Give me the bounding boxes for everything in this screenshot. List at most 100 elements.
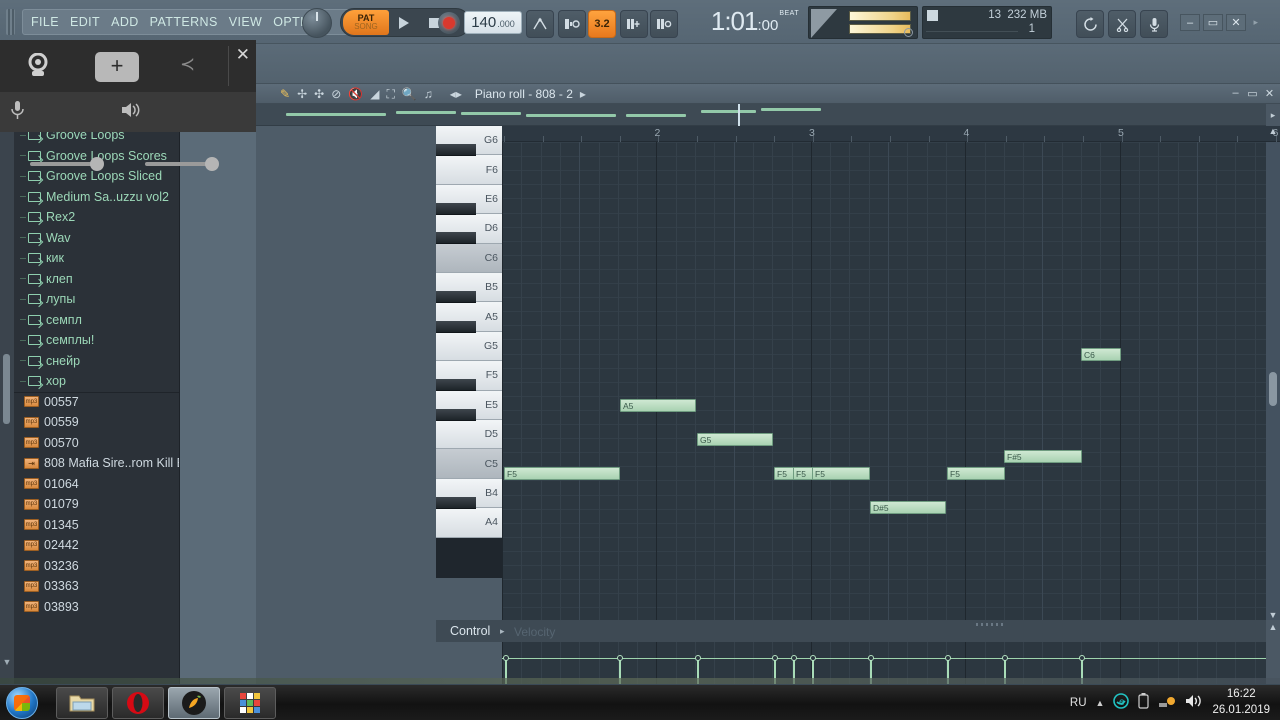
piano-key-black[interactable] (436, 144, 476, 157)
piano-roll-note[interactable]: C6 (1081, 348, 1121, 361)
piano-roll-titlebar[interactable]: ✎ ✢ ✣ ⊘ 🔇 ◢ ⛶ 🔍 ♫ ◂▸ Piano roll - 808 - … (256, 84, 1280, 104)
pr-close-button[interactable]: ✕ (1263, 87, 1276, 100)
start-button[interactable] (6, 687, 38, 719)
control-menu-icon[interactable]: ▸ (500, 626, 505, 637)
slip-tool-icon[interactable]: ◢ (370, 88, 379, 100)
volume-icon[interactable] (1185, 693, 1203, 714)
pitch-bend-button[interactable] (526, 10, 554, 38)
velocity-handle[interactable] (790, 655, 797, 661)
recorder-close-button[interactable]: ✕ (236, 46, 250, 63)
browser-folder-item[interactable]: Medium Sa..uzzu vol2 (14, 187, 179, 208)
playback-tool-icon[interactable]: ♫ (424, 88, 433, 100)
browser-scrollbar[interactable]: ▲ ▼ (0, 84, 14, 684)
browser-folder-item[interactable]: снейр (14, 351, 179, 372)
pattern-song-toggle[interactable]: PAT SONG (343, 10, 389, 35)
piano-key-black[interactable] (436, 203, 476, 216)
browser-file-item[interactable]: mp3 01345 (14, 515, 179, 536)
browser-file-item[interactable]: mp3 03893 (14, 597, 179, 618)
mute-tool-icon[interactable]: 🔇 (348, 88, 363, 100)
speaker-icon[interactable] (120, 101, 140, 124)
piano-roll-note[interactable]: D#5 (870, 501, 946, 514)
menu-arrows-icon[interactable]: ◂▸ (450, 88, 462, 100)
piano-roll-button[interactable]: 3.2 (588, 10, 616, 38)
taskbar-item-rubiks[interactable] (224, 687, 276, 719)
share-icon[interactable]: ≺ (180, 54, 195, 75)
loop-record-button[interactable] (1076, 10, 1104, 38)
velocity-handle[interactable] (1001, 655, 1008, 661)
tray-language[interactable]: RU (1070, 697, 1087, 709)
menu-item-file[interactable]: FILE (31, 15, 59, 29)
piano-roll-note[interactable]: F5 (947, 467, 1005, 480)
piano-roll-ruler[interactable]: 234567 (502, 126, 1280, 142)
browser-file-item[interactable]: mp3 00559 (14, 412, 179, 433)
title-menu-icon[interactable]: ▸ (580, 88, 586, 100)
piano-key-white[interactable]: F6 (436, 155, 502, 185)
piano-roll-note[interactable]: F#5 (1004, 450, 1082, 463)
internet-explorer-icon[interactable]: e (1113, 692, 1130, 714)
system-volume-slider[interactable] (145, 162, 210, 166)
piano-roll-note[interactable]: A5 (620, 399, 696, 412)
zoom-tool-icon[interactable]: 🔍 (402, 88, 417, 100)
piano-roll-note[interactable]: G5 (697, 433, 773, 446)
velocity-handle[interactable] (867, 655, 874, 661)
record-button[interactable] (438, 12, 460, 34)
tray-expand-icon[interactable]: ▲ (1096, 698, 1105, 708)
browser-file-item[interactable]: mp3 03363 (14, 576, 179, 597)
pencil-tool-icon[interactable]: ✎ (280, 88, 290, 100)
piano-roll-note[interactable]: F5 (504, 467, 620, 480)
paint-multi-tool-icon[interactable]: ✣ (314, 88, 324, 100)
piano-key-black[interactable] (436, 291, 476, 304)
play-button[interactable] (389, 10, 419, 35)
menu-item-edit[interactable]: EDIT (70, 15, 100, 29)
pr-minimize-button[interactable]: – (1229, 87, 1242, 100)
time-display[interactable]: 1:01 :00 BEAT (700, 6, 810, 39)
browser-file-item[interactable]: mp3 01064 (14, 474, 179, 495)
mixer-button[interactable] (650, 10, 678, 38)
system-volume-handle[interactable] (205, 157, 219, 171)
tempo-display[interactable]: 140 .000 (464, 11, 522, 34)
piano-roll-grid[interactable]: F5 A5 G5 C6 F#5 F5 F5 F5 F5 D#5 (502, 142, 1280, 620)
playlist-button[interactable] (620, 10, 648, 38)
velocity-handle[interactable] (944, 655, 951, 661)
piano-roll-note[interactable]: F5 (793, 467, 813, 480)
velocity-handle[interactable] (1078, 655, 1085, 661)
menu-item-view[interactable]: VIEW (229, 15, 263, 29)
piano-key-white[interactable]: D5 (436, 420, 502, 450)
meter-knob-icon[interactable] (904, 28, 913, 37)
control-resize-grip[interactable] (976, 623, 1006, 626)
mic-volume-slider[interactable] (30, 162, 95, 166)
step-sequencer-button[interactable] (558, 10, 586, 38)
select-tool-icon[interactable]: ⛶ (386, 88, 394, 100)
piano-key-white[interactable]: C6 (436, 243, 502, 273)
microphone-icon[interactable] (10, 100, 24, 125)
webcam-icon[interactable] (24, 52, 52, 79)
piano-key-black[interactable] (436, 497, 476, 510)
menu-item-add[interactable]: ADD (111, 15, 139, 29)
piano-key-black[interactable] (436, 320, 476, 333)
minimize-button[interactable]: – (1180, 14, 1200, 31)
master-volume-knob[interactable] (302, 8, 332, 38)
piano-roll-overview[interactable] (256, 104, 1266, 126)
mic-volume-handle[interactable] (90, 157, 104, 171)
oscilloscope-panel[interactable] (808, 6, 918, 39)
toolbar-overflow-icon[interactable]: ▸ (1253, 17, 1258, 28)
browser-file-item[interactable]: mp3 03236 (14, 556, 179, 577)
velocity-handle[interactable] (502, 655, 509, 661)
browser-folder-item[interactable]: Rex2 (14, 207, 179, 228)
browser-folder-item[interactable]: лупы (14, 289, 179, 310)
piano-key-black[interactable] (436, 408, 476, 421)
cut-tool-button[interactable] (1108, 10, 1136, 38)
browser-folder-item[interactable]: клеп (14, 269, 179, 290)
pr-maximize-button[interactable]: ▭ (1246, 87, 1259, 100)
piano-key-white[interactable]: C5 (436, 449, 502, 479)
piano-keyboard[interactable]: G6 F6 E6 D6 C6 B5 A5 G5 F5 E5 D5 C5 B4 A4 (436, 126, 502, 578)
browser-folder-item[interactable]: семплы! (14, 330, 179, 351)
browser-folder-item[interactable]: семпл (14, 310, 179, 331)
pr-scroll-up-icon[interactable]: ▲ (1268, 126, 1278, 136)
velocity-handle[interactable] (771, 655, 778, 661)
taskbar-item-opera[interactable] (112, 687, 164, 719)
toolbar-grip[interactable] (6, 9, 15, 35)
close-button[interactable]: ✕ (1226, 14, 1246, 31)
ctl-scroll-up-icon[interactable]: ▲ (1268, 622, 1278, 632)
browser-file-item[interactable]: mp3 00557 (14, 392, 179, 413)
